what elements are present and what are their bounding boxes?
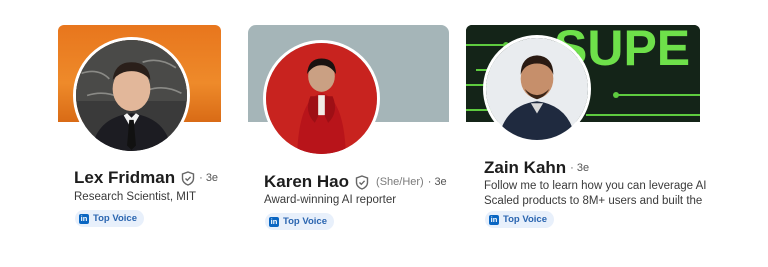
profile-name-row: Zain Kahn · 3e [484,158,589,178]
headline-line: Scaled products to 8M+ users and built t… [484,195,703,207]
top-voice-badge[interactable]: in Top Voice [265,213,334,230]
top-voice-badge[interactable]: in Top Voice [75,210,144,227]
people-cards-row: Lex Fridman · 3e Research Scientist, MIT… [0,0,768,267]
profile-card-zain-kahn[interactable]: SUPE Zain Kahn · 3e Follow me to learn h… [466,0,711,267]
shield-check-icon [181,170,195,186]
headline-line: Award-winning AI reporter [264,194,397,206]
profile-headline: Research Scientist, MIT [74,190,224,205]
shield-check-icon [355,174,369,190]
profile-name-row: Karen Hao (She/Her) · 3e [264,172,447,192]
linkedin-logo-icon: in [489,214,499,225]
top-voice-badge[interactable]: in Top Voice [485,211,554,228]
profile-name[interactable]: Zain Kahn [484,158,566,178]
profile-name-row: Lex Fridman · 3e [74,168,218,188]
profile-name[interactable]: Karen Hao [264,172,349,192]
linkedin-logo-icon: in [79,213,89,224]
profile-avatar[interactable] [73,37,190,154]
linkedin-logo-icon: in [269,216,279,227]
connection-degree: · 3e [199,172,219,184]
profile-card-lex-fridman[interactable]: Lex Fridman · 3e Research Scientist, MIT… [58,0,228,267]
profile-headline: Follow me to learn how you can leverage … [484,179,706,209]
profile-avatar[interactable] [483,35,591,143]
profile-pronouns: (She/Her) [376,176,424,188]
avatar-image-icon [486,38,588,140]
connection-degree: · 3e [570,162,590,174]
headline-line: Research Scientist, MIT [74,191,197,203]
avatar-image-icon [266,43,377,154]
profile-name[interactable]: Lex Fridman [74,168,175,188]
connection-degree: · 3e [427,176,447,188]
avatar-image-icon [76,40,187,151]
profile-headline: Award-winning AI reporter [264,193,454,208]
badge-label: Top Voice [93,213,137,224]
profile-avatar[interactable] [263,40,380,157]
badge-label: Top Voice [283,216,327,227]
profile-card-karen-hao[interactable]: Karen Hao (She/Her) · 3e Award-winning A… [248,0,458,267]
headline-line: Follow me to learn how you can leverage … [484,180,706,192]
badge-label: Top Voice [503,214,547,225]
